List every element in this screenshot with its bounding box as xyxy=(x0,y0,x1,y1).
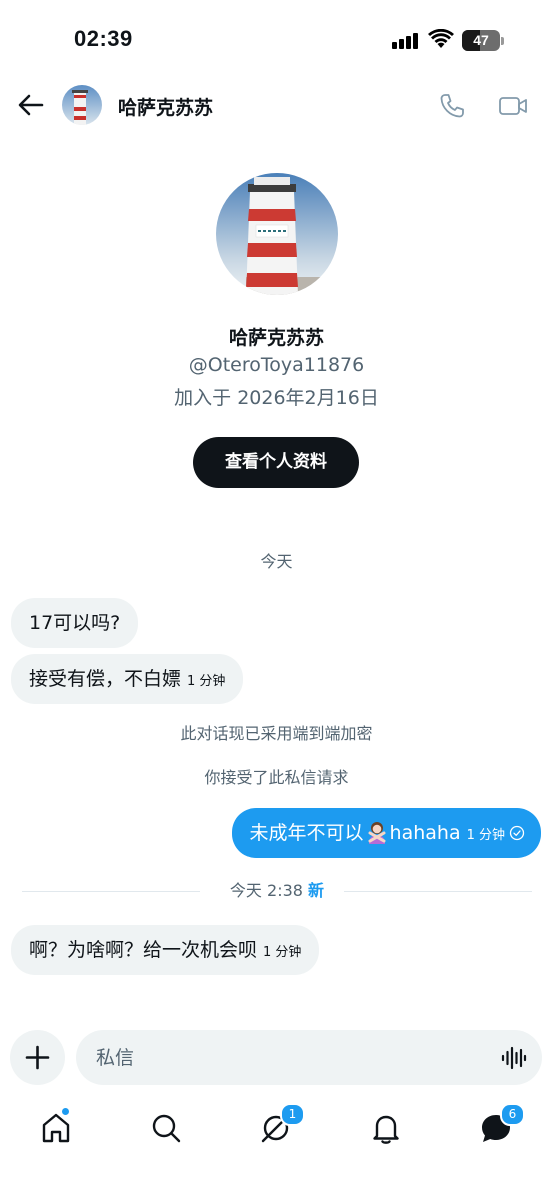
header-avatar[interactable] xyxy=(62,85,102,125)
lighthouse-avatar-image xyxy=(62,85,102,125)
person-gesturing-no-emoji xyxy=(368,821,386,844)
profile-avatar[interactable] xyxy=(216,173,338,295)
battery-indicator: 47 xyxy=(462,30,500,51)
video-call-icon[interactable] xyxy=(497,92,529,120)
home-icon xyxy=(42,1113,70,1143)
nav-home[interactable] xyxy=(38,1108,74,1146)
header-contact-name: 哈萨克苏苏 xyxy=(118,97,214,119)
bottom-navigation: 1 6 xyxy=(0,1100,553,1200)
message-time: 1 分钟 xyxy=(187,674,226,689)
message-input[interactable] xyxy=(96,1030,486,1085)
nav-messages[interactable]: 6 xyxy=(478,1103,525,1146)
messages-badge: 6 xyxy=(500,1103,525,1126)
outgoing-message[interactable]: 未成年不可以 hahaha 1 分钟 xyxy=(231,808,541,858)
lighthouse-profile-image xyxy=(216,173,338,295)
message-text: 17可以吗? xyxy=(29,612,121,634)
phone-icon[interactable] xyxy=(438,92,466,120)
add-attachment-button[interactable] xyxy=(10,1030,65,1085)
profile-handle: @OteroToya11876 xyxy=(188,354,365,376)
status-time: 02:39 xyxy=(74,26,133,51)
voice-message-icon[interactable] xyxy=(500,1044,528,1072)
battery-level: 47 xyxy=(473,32,489,48)
message-time: 1 分钟 xyxy=(466,828,505,843)
search-icon xyxy=(152,1114,181,1143)
nav-notifications[interactable] xyxy=(368,1110,404,1146)
plus-icon xyxy=(25,1045,50,1070)
home-unread-dot xyxy=(62,1108,69,1115)
day-separator: 今天 xyxy=(260,552,293,571)
new-label: 新 xyxy=(308,881,325,900)
divider-label: 今天 2:38 新 xyxy=(22,879,532,903)
nav-search[interactable] xyxy=(148,1110,184,1146)
incoming-message[interactable]: 啊？为啥啊？给一次机会呗 1 分钟 xyxy=(11,925,320,975)
conversation-header: 哈萨克苏苏 xyxy=(0,80,553,132)
cellular-signal-icon xyxy=(392,33,420,49)
message-time: 1 分钟 xyxy=(263,945,302,960)
profile-joined-date: 加入于 2026年2月16日 xyxy=(174,387,379,409)
request-accepted-notice: 你接受了此私信请求 xyxy=(204,768,349,787)
new-messages-divider: 今天 2:38 新 xyxy=(22,879,532,903)
message-text: 接受有偿，不白嫖 xyxy=(29,668,182,690)
back-arrow-icon[interactable] xyxy=(16,90,46,120)
nav-grok[interactable]: 1 xyxy=(258,1103,305,1146)
message-composer xyxy=(76,1030,542,1085)
incoming-message[interactable]: 接受有偿，不白嫖 1 分钟 xyxy=(11,654,244,704)
sent-check-icon xyxy=(509,825,525,840)
divider-time: 今天 2:38 xyxy=(229,881,303,900)
message-text: 未成年不可以 xyxy=(249,822,364,844)
bell-icon xyxy=(373,1115,399,1144)
wifi-icon xyxy=(428,29,454,48)
message-text: 啊？为啥啊？给一次机会呗 xyxy=(29,939,258,961)
message-text-suffix: hahaha xyxy=(389,822,461,844)
encryption-notice: 此对话现已采用端到端加密 xyxy=(180,724,373,743)
grok-badge: 1 xyxy=(280,1103,305,1126)
status-bar: 02:39 47 xyxy=(0,0,553,80)
profile-name: 哈萨克苏苏 xyxy=(228,327,324,349)
incoming-message[interactable]: 17可以吗? xyxy=(11,598,139,648)
battery-tip xyxy=(501,37,504,45)
view-profile-button[interactable]: 查看个人资料 xyxy=(193,437,359,488)
